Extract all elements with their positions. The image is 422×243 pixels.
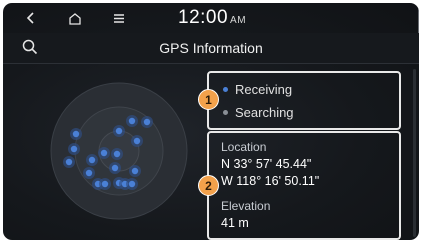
clock-time: 12:00 (178, 7, 229, 28)
satellite-marker (115, 127, 123, 135)
satellite-marker (100, 149, 108, 157)
gps-screen: 12:00 AM GPS Information Receiving Search… (3, 3, 419, 240)
chevron-left-icon[interactable] (21, 5, 41, 31)
satellite-marker (143, 118, 151, 126)
satellite-sky-plot (50, 82, 188, 220)
longitude-value: W 118° 16' 50.11" (221, 174, 320, 188)
latitude-value: N 33° 57' 45.44" (221, 157, 312, 171)
satellite-marker (70, 145, 78, 153)
elevation-value: 41 m (221, 216, 249, 230)
legend-receiving-label: Receiving (235, 82, 293, 97)
satellite-marker (111, 164, 119, 172)
searching-dot-icon (223, 110, 228, 115)
satellite-marker (88, 156, 96, 164)
satellite-marker (131, 167, 139, 175)
satellite-marker (101, 180, 109, 188)
receiving-dot-icon (223, 87, 228, 92)
location-info-box: Location N 33° 57' 45.44" W 118° 16' 50.… (207, 131, 401, 240)
page-title: GPS Information (159, 40, 263, 56)
title-bar: GPS Information (3, 33, 419, 64)
scrollbar[interactable] (413, 69, 416, 237)
legend-receiving: Receiving (223, 82, 292, 97)
clock-ampm: AM (230, 15, 247, 26)
callout-1-badge: 1 (198, 89, 219, 110)
satellite-marker (128, 117, 136, 125)
menu-icon[interactable] (109, 5, 129, 31)
elevation-label: Elevation (221, 199, 271, 213)
callout-2-badge: 2 (198, 175, 219, 196)
location-label: Location (221, 140, 267, 154)
status-bar: 12:00 AM (3, 3, 419, 33)
satellite-marker (128, 180, 136, 188)
legend-box: Receiving Searching (207, 71, 401, 130)
clock: 12:00 AM (178, 7, 246, 29)
legend-searching-label: Searching (235, 105, 294, 120)
satellite-marker (133, 137, 141, 145)
legend-searching: Searching (223, 105, 294, 120)
satellite-marker (65, 158, 73, 166)
home-icon[interactable] (64, 5, 86, 31)
satellite-marker (113, 150, 121, 158)
satellite-marker (85, 169, 93, 177)
satellite-marker (72, 130, 80, 138)
status-divider (418, 3, 419, 33)
